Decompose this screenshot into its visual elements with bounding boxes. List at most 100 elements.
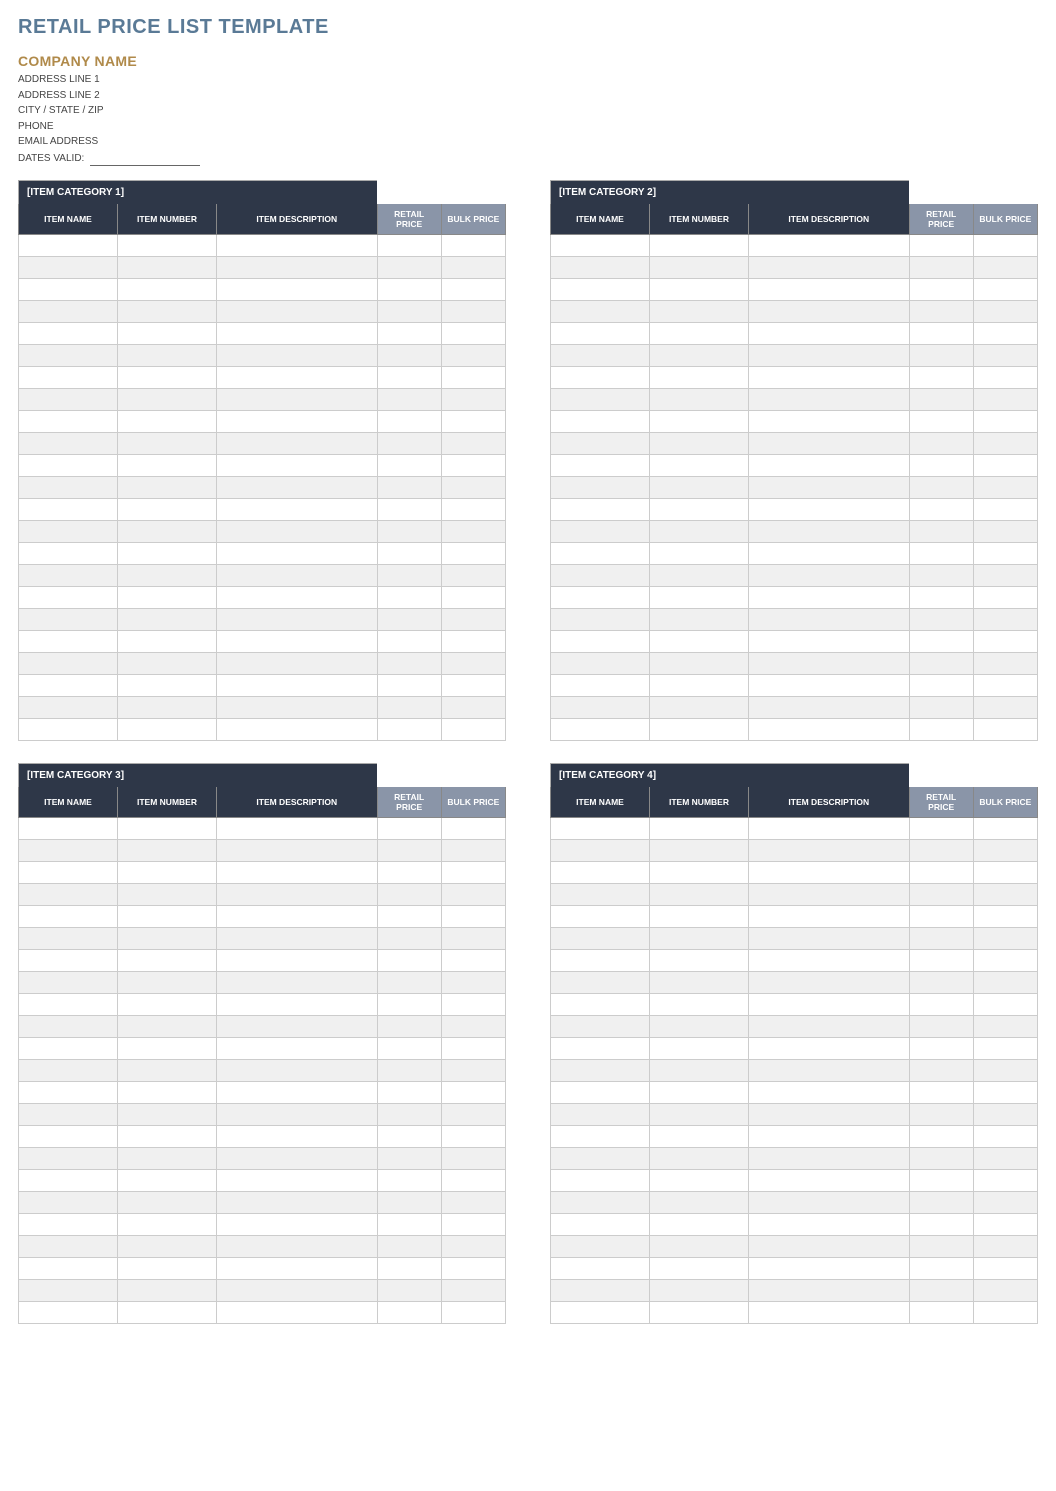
table-cell[interactable] — [650, 884, 749, 906]
table-cell[interactable] — [650, 1038, 749, 1060]
table-cell[interactable] — [749, 906, 910, 928]
table-cell[interactable] — [217, 477, 378, 499]
table-cell[interactable] — [19, 1192, 118, 1214]
table-cell[interactable] — [551, 994, 650, 1016]
table-cell[interactable] — [650, 235, 749, 257]
table-cell[interactable] — [377, 1302, 441, 1324]
table-cell[interactable] — [217, 1236, 378, 1258]
table-cell[interactable] — [377, 587, 441, 609]
table-cell[interactable] — [973, 884, 1037, 906]
table-cell[interactable] — [118, 950, 217, 972]
table-cell[interactable] — [377, 631, 441, 653]
table-cell[interactable] — [19, 609, 118, 631]
table-cell[interactable] — [118, 1192, 217, 1214]
table-cell[interactable] — [19, 697, 118, 719]
table-cell[interactable] — [650, 1148, 749, 1170]
table-cell[interactable] — [551, 1302, 650, 1324]
table-cell[interactable] — [551, 389, 650, 411]
table-cell[interactable] — [118, 257, 217, 279]
table-cell[interactable] — [749, 1170, 910, 1192]
table-cell[interactable] — [650, 1302, 749, 1324]
table-cell[interactable] — [377, 950, 441, 972]
table-cell[interactable] — [909, 1214, 973, 1236]
table-cell[interactable] — [749, 840, 910, 862]
table-cell[interactable] — [19, 1082, 118, 1104]
table-cell[interactable] — [377, 455, 441, 477]
table-cell[interactable] — [551, 1126, 650, 1148]
table-cell[interactable] — [973, 323, 1037, 345]
table-cell[interactable] — [909, 1082, 973, 1104]
table-cell[interactable] — [377, 345, 441, 367]
table-cell[interactable] — [749, 1016, 910, 1038]
table-cell[interactable] — [909, 1236, 973, 1258]
table-cell[interactable] — [551, 433, 650, 455]
table-cell[interactable] — [118, 345, 217, 367]
table-cell[interactable] — [441, 1302, 505, 1324]
table-cell[interactable] — [441, 1280, 505, 1302]
table-cell[interactable] — [118, 1060, 217, 1082]
table-cell[interactable] — [441, 950, 505, 972]
table-cell[interactable] — [749, 631, 910, 653]
table-cell[interactable] — [749, 1104, 910, 1126]
table-cell[interactable] — [973, 411, 1037, 433]
table-cell[interactable] — [441, 972, 505, 994]
table-cell[interactable] — [551, 1016, 650, 1038]
table-cell[interactable] — [909, 1060, 973, 1082]
table-cell[interactable] — [973, 257, 1037, 279]
table-cell[interactable] — [650, 631, 749, 653]
table-cell[interactable] — [749, 411, 910, 433]
table-cell[interactable] — [19, 235, 118, 257]
table-cell[interactable] — [551, 1170, 650, 1192]
table-cell[interactable] — [118, 994, 217, 1016]
table-cell[interactable] — [377, 565, 441, 587]
table-cell[interactable] — [377, 257, 441, 279]
table-cell[interactable] — [973, 1038, 1037, 1060]
table-cell[interactable] — [973, 631, 1037, 653]
table-cell[interactable] — [118, 1082, 217, 1104]
table-cell[interactable] — [19, 818, 118, 840]
table-cell[interactable] — [551, 1082, 650, 1104]
table-cell[interactable] — [118, 719, 217, 741]
table-cell[interactable] — [909, 1170, 973, 1192]
table-cell[interactable] — [551, 411, 650, 433]
table-cell[interactable] — [19, 521, 118, 543]
table-cell[interactable] — [19, 950, 118, 972]
table-cell[interactable] — [441, 367, 505, 389]
table-cell[interactable] — [377, 1192, 441, 1214]
table-cell[interactable] — [973, 1302, 1037, 1324]
table-cell[interactable] — [551, 499, 650, 521]
table-cell[interactable] — [551, 653, 650, 675]
table-cell[interactable] — [19, 257, 118, 279]
table-cell[interactable] — [973, 1280, 1037, 1302]
table-cell[interactable] — [118, 818, 217, 840]
table-cell[interactable] — [749, 884, 910, 906]
table-cell[interactable] — [118, 906, 217, 928]
table-cell[interactable] — [19, 455, 118, 477]
table-cell[interactable] — [749, 1302, 910, 1324]
table-cell[interactable] — [118, 587, 217, 609]
table-cell[interactable] — [118, 1280, 217, 1302]
table-cell[interactable] — [118, 565, 217, 587]
table-cell[interactable] — [749, 1038, 910, 1060]
table-cell[interactable] — [19, 675, 118, 697]
table-cell[interactable] — [650, 323, 749, 345]
table-cell[interactable] — [551, 1236, 650, 1258]
table-cell[interactable] — [551, 301, 650, 323]
table-cell[interactable] — [909, 1104, 973, 1126]
table-cell[interactable] — [650, 906, 749, 928]
table-cell[interactable] — [377, 1038, 441, 1060]
table-cell[interactable] — [441, 587, 505, 609]
table-cell[interactable] — [909, 521, 973, 543]
table-cell[interactable] — [19, 565, 118, 587]
table-cell[interactable] — [749, 609, 910, 631]
table-cell[interactable] — [441, 345, 505, 367]
table-cell[interactable] — [909, 345, 973, 367]
table-cell[interactable] — [749, 477, 910, 499]
table-cell[interactable] — [377, 235, 441, 257]
table-cell[interactable] — [973, 301, 1037, 323]
table-cell[interactable] — [650, 1192, 749, 1214]
table-cell[interactable] — [217, 906, 378, 928]
table-cell[interactable] — [217, 235, 378, 257]
table-cell[interactable] — [973, 367, 1037, 389]
table-cell[interactable] — [551, 950, 650, 972]
